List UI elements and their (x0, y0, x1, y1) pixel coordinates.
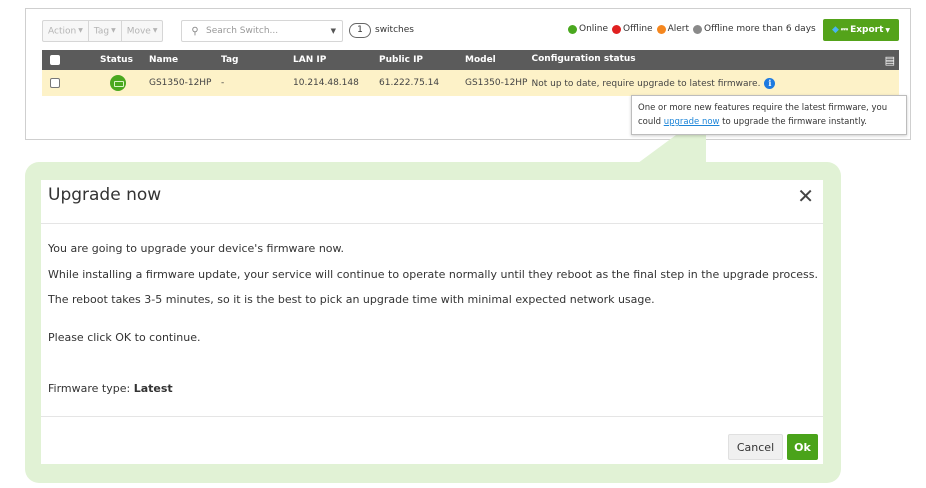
tag-cell: - (217, 70, 289, 96)
legend-online: Online (568, 24, 608, 34)
row-checkbox[interactable] (50, 77, 60, 88)
status-legend: Online Offline Alert Offline more than 6… (568, 24, 820, 34)
lan-ip-cell: 10.214.48.148 (289, 70, 375, 96)
cancel-button[interactable]: Cancel (728, 434, 783, 460)
diamond-icon: ◆ (831, 25, 839, 35)
action-button-group: Action ▼ Tag ▼ Move ▼ (42, 20, 164, 42)
toolbar: Action▼ Tag▼ Move▼ ⚲ ▼ 1 switches Online… (26, 9, 910, 49)
firmware-type-value: Latest (133, 382, 173, 395)
row-select-cell (42, 70, 90, 96)
export-button[interactable]: ◆ ⎓ Export ▼ (823, 19, 899, 41)
ok-button[interactable]: Ok (787, 434, 818, 460)
column-settings-icon[interactable]: ▤ (885, 54, 895, 67)
switch-count-label: switches (375, 25, 414, 35)
caret-down-icon: ▼ (78, 27, 83, 34)
action-button-label: Action (48, 26, 77, 37)
public-ip-cell: 61.222.75.14 (375, 70, 461, 96)
modal-line-1: You are going to upgrade your device's f… (48, 242, 345, 255)
search-input[interactable] (204, 25, 314, 37)
legend-label: Offline (623, 24, 653, 34)
modal-line-3: The reboot takes 3-5 minutes, so it is t… (48, 293, 655, 306)
column-header-name[interactable]: Name (145, 50, 217, 70)
caret-down-icon: ▼ (152, 27, 158, 34)
move-button[interactable]: Move ▼ (122, 21, 163, 41)
table-row[interactable]: GS1350-12HP - 10.214.48.148 61.222.75.14… (42, 70, 899, 96)
column-header-model[interactable]: Model (461, 50, 528, 70)
name-cell[interactable]: GS1350-12HP (145, 70, 217, 96)
alert-dot-icon (656, 24, 666, 34)
tooltip-text-end: to upgrade the firmware instantly. (719, 117, 867, 127)
legend-label: Offline more than 6 days (704, 24, 816, 34)
modal-line-2: While installing a firmware update, your… (48, 268, 818, 281)
export-button-label: Export (850, 25, 884, 35)
tag-button-label: Tag (93, 26, 110, 37)
column-header-tag[interactable]: Tag (217, 50, 289, 70)
search-icon: ⚲ (191, 25, 199, 37)
status-cell (90, 70, 145, 96)
offline-long-dot-icon (693, 24, 702, 34)
legend-offline: Offline (612, 24, 653, 34)
close-icon[interactable]: ✕ (797, 184, 814, 208)
legend-label: Alert (667, 24, 689, 34)
modal-line-4: Please click OK to continue. (48, 331, 201, 344)
switch-table: Status Name Tag LAN IP Public IP Model C… (42, 50, 899, 96)
export-file-icon: ⎓ (840, 25, 849, 35)
switch-count-badge: 1 (349, 23, 371, 38)
firmware-type-line: Firmware type: Latest (48, 382, 173, 395)
upgrade-now-link[interactable]: upgrade now (664, 117, 720, 127)
search-box: ⚲ ▼ (181, 20, 343, 42)
search-dropdown-icon[interactable]: ▼ (331, 27, 336, 35)
table-header-row: Status Name Tag LAN IP Public IP Model C… (42, 50, 899, 70)
column-header-config-status-label: Configuration status (531, 53, 636, 64)
modal-footer: Cancel Ok (41, 416, 823, 464)
online-status-icon (110, 75, 126, 91)
column-header-status[interactable]: Status (90, 50, 145, 70)
offline-dot-icon (612, 24, 622, 34)
move-button-label: Move (126, 26, 151, 37)
config-status-cell: Not up to date, require upgrade to lates… (527, 70, 899, 96)
info-icon[interactable]: i (764, 77, 776, 89)
column-header-lan-ip[interactable]: LAN IP (289, 50, 375, 70)
legend-alert: Alert (656, 24, 689, 34)
modal-title: Upgrade now (48, 185, 162, 205)
column-header-config-status[interactable]: Configuration status ▤ (527, 50, 899, 70)
action-button[interactable]: Action ▼ (43, 21, 89, 41)
tag-button[interactable]: Tag ▼ (89, 21, 122, 41)
legend-offline-6days: Offline more than 6 days (693, 24, 816, 34)
select-all-checkbox[interactable] (50, 54, 60, 65)
firmware-type-label: Firmware type: (48, 382, 134, 395)
firmware-tooltip: One or more new features require the lat… (631, 95, 907, 135)
online-dot-icon (568, 24, 577, 34)
select-all-header (42, 50, 90, 70)
modal-header: Upgrade now ✕ (41, 180, 823, 224)
upgrade-modal: Upgrade now ✕ You are going to upgrade y… (41, 180, 823, 464)
legend-label: Online (579, 24, 609, 34)
model-cell: GS1350-12HP (461, 70, 528, 96)
config-status-text: Not up to date, require upgrade to lates… (531, 78, 761, 89)
caret-down-icon: ▼ (111, 27, 116, 34)
column-header-public-ip[interactable]: Public IP (375, 50, 461, 70)
caret-down-icon: ▼ (885, 26, 891, 34)
